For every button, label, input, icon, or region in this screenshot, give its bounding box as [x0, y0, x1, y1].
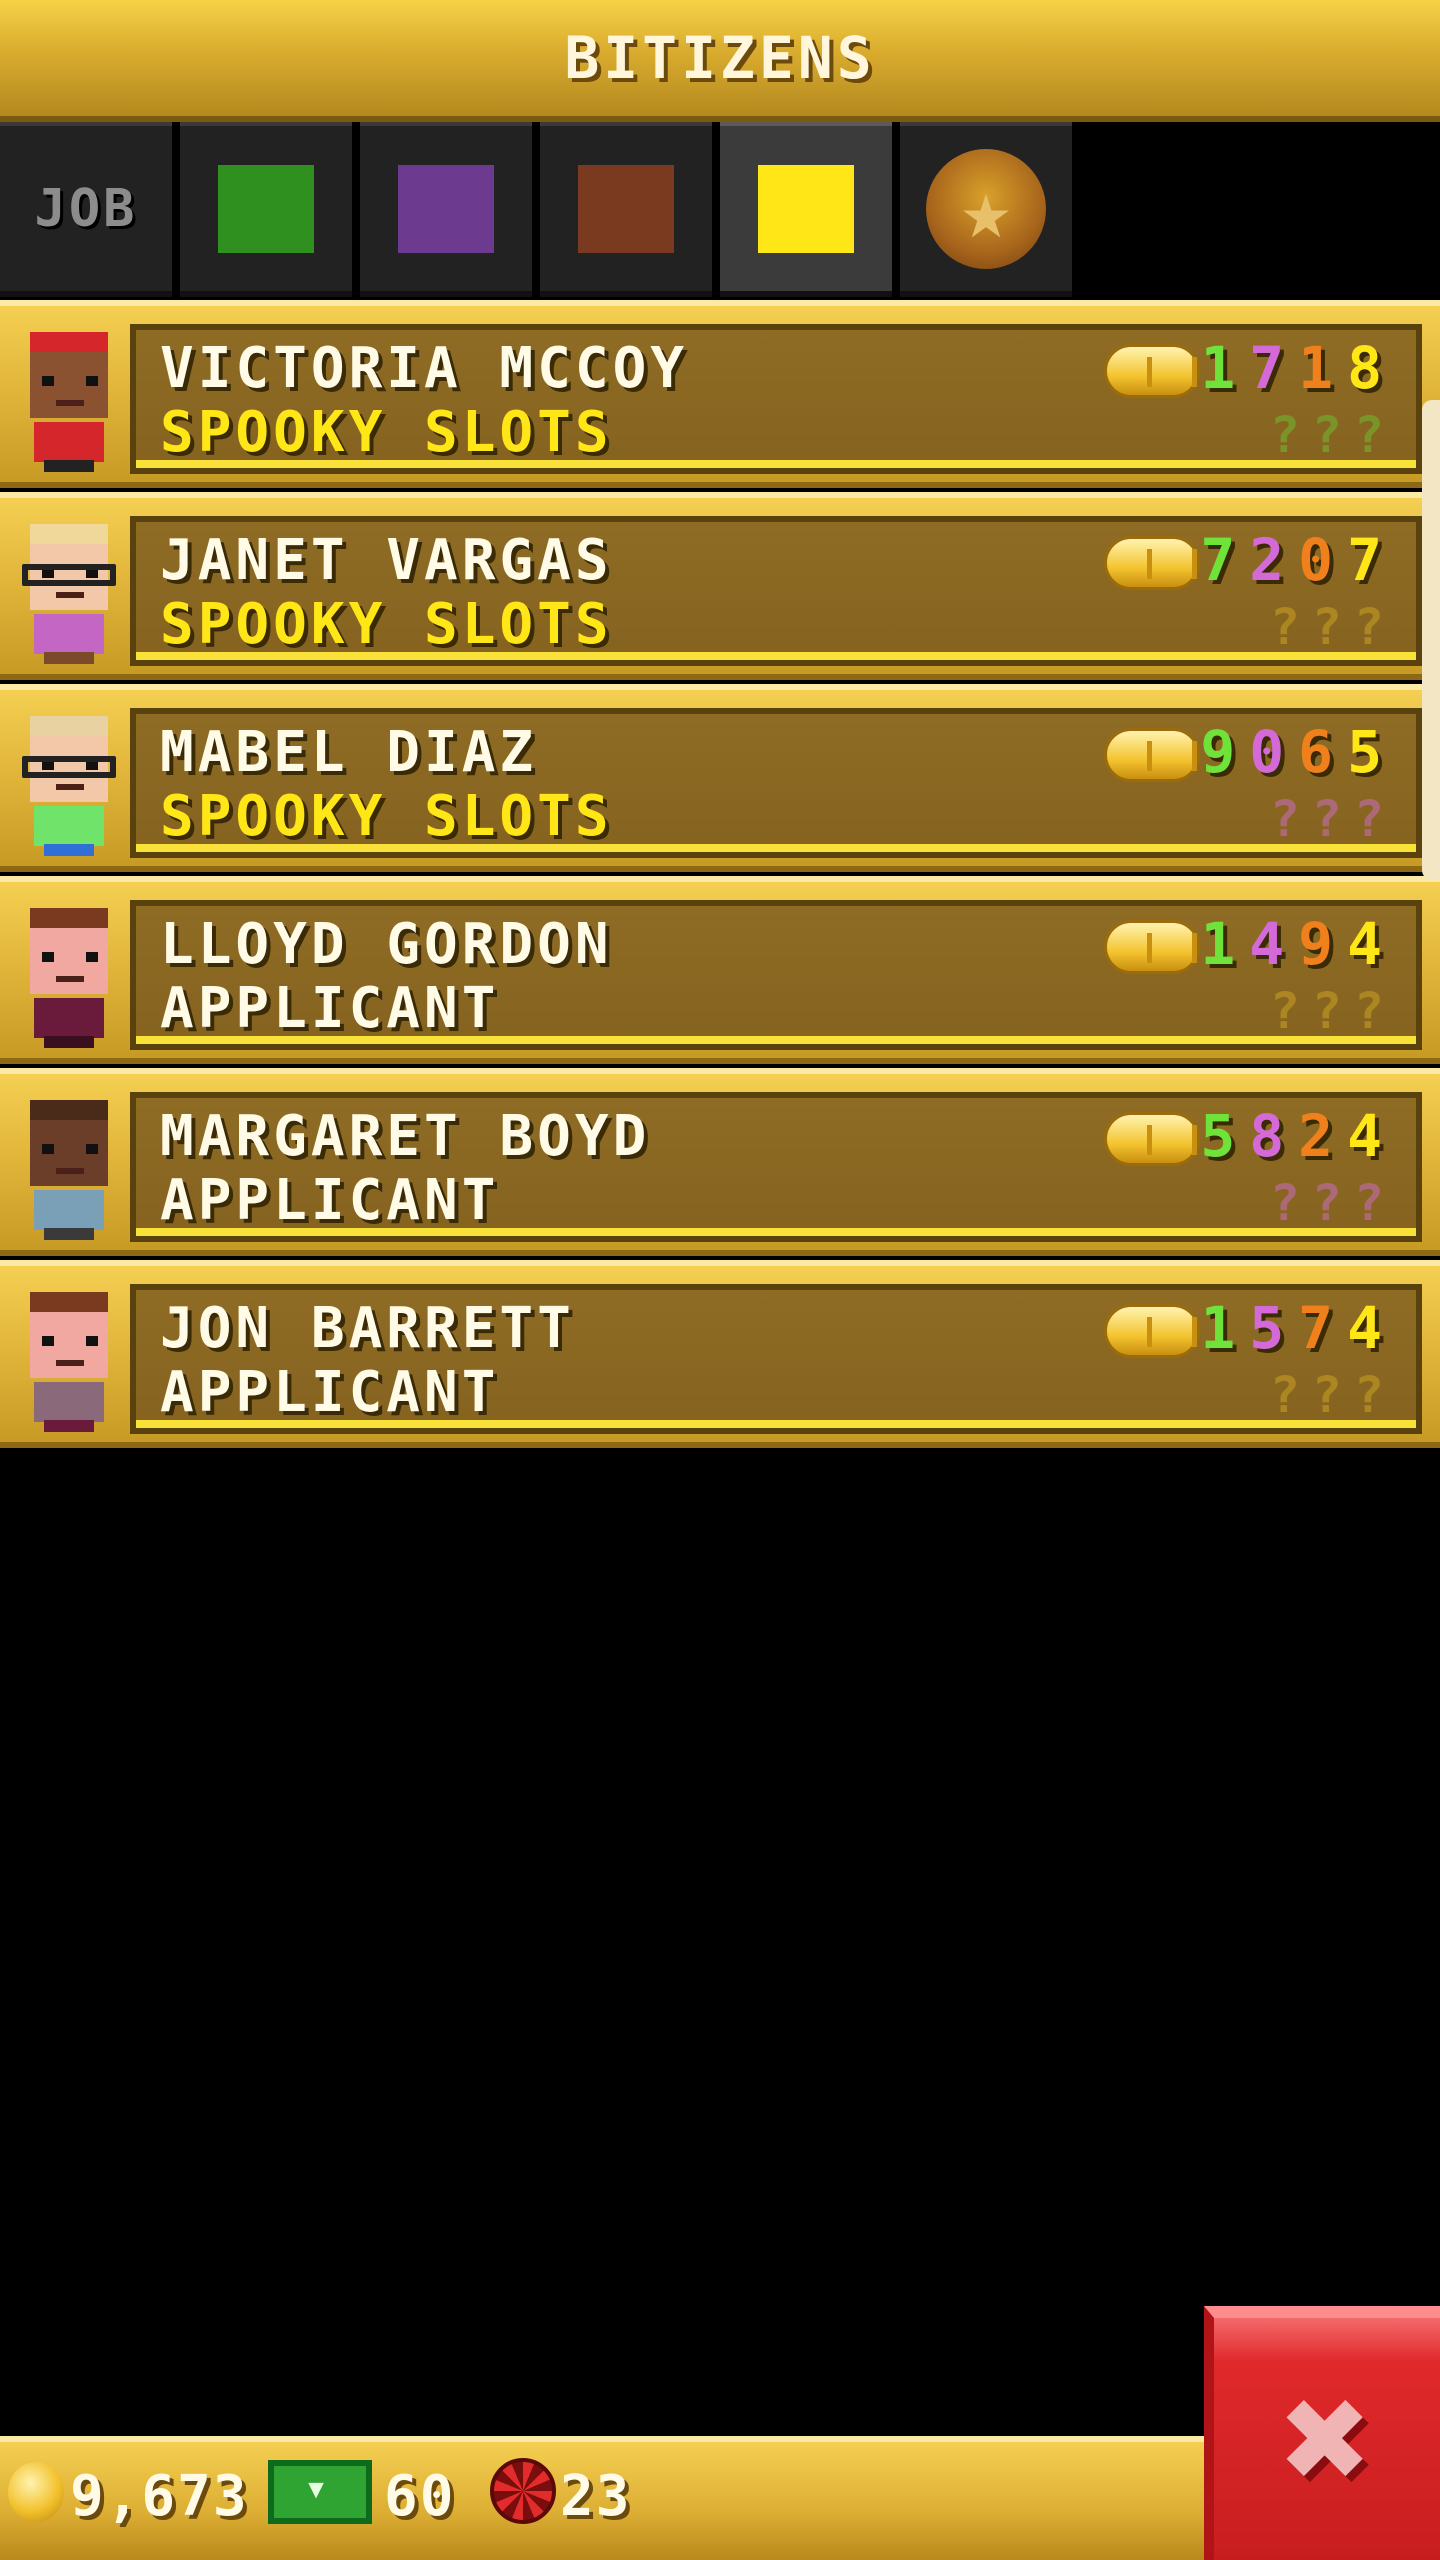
chips-balance: 23: [560, 2464, 632, 2529]
skill-digit: 4: [1249, 910, 1299, 978]
filter-tabs: JOB ★: [0, 122, 1080, 297]
tab-color-3[interactable]: [540, 122, 712, 297]
skill-digit: 0: [1298, 526, 1348, 594]
scroll-handle[interactable]: [1422, 400, 1440, 880]
skill-digit: 9: [1298, 910, 1348, 978]
skill-digit: 1: [1200, 1294, 1250, 1362]
bitizen-name: JANET VARGAS: [160, 528, 613, 593]
skill-digit: 8: [1249, 1102, 1299, 1170]
bitizen-row[interactable]: MARGARET BOYD APPLICANT 5824???: [0, 1068, 1440, 1256]
skill-digit: 0: [1249, 718, 1299, 786]
page-title: BITIZENS: [564, 24, 876, 92]
skill-digit: 5: [1200, 1102, 1250, 1170]
skill-digit: 2: [1249, 526, 1299, 594]
bitizen-card: MARGARET BOYD APPLICANT 5824???: [130, 1092, 1422, 1242]
bux-balance: 60: [384, 2464, 456, 2529]
bitizen-job: APPLICANT: [160, 976, 500, 1041]
top-bar: BITIZENS: [0, 0, 1440, 122]
skill-digit: 4: [1347, 1102, 1396, 1170]
coins-stack-icon: [1104, 536, 1200, 590]
skill-ratings: 1574: [1200, 1294, 1396, 1362]
dream-job-unknown: ???: [1269, 406, 1396, 464]
bitizen-row[interactable]: JANET VARGAS SPOOKY SLOTS 7207???: [0, 492, 1440, 680]
skill-digit: 1: [1298, 334, 1348, 402]
coins-stack-icon: [1104, 728, 1200, 782]
bitizen-name: MARGARET BOYD: [160, 1104, 651, 1169]
bitizen-row[interactable]: JON BARRETT APPLICANT 1574???: [0, 1260, 1440, 1448]
tab-icon-5[interactable]: ★: [900, 122, 1072, 297]
coins-stack-icon: [1104, 920, 1200, 974]
coins-stack-icon: [1104, 344, 1200, 398]
coins-balance: 9,673: [70, 2464, 249, 2529]
skill-digit: 6: [1298, 718, 1348, 786]
bitizen-row[interactable]: VICTORIA MCCOY SPOOKY SLOTS 1718???: [0, 300, 1440, 488]
skill-ratings: 1718: [1200, 334, 1396, 402]
dream-job-unknown: ???: [1269, 1174, 1396, 1232]
bitizen-row[interactable]: MABEL DIAZ SPOOKY SLOTS 9065???: [0, 684, 1440, 872]
avatar: [12, 716, 122, 856]
bux-icon: [268, 2460, 372, 2524]
bitizen-name: JON BARRETT: [160, 1296, 575, 1361]
tab-color-2[interactable]: [360, 122, 532, 297]
bitizen-job: SPOOKY SLOTS: [160, 400, 613, 465]
skill-digit: 7: [1249, 334, 1299, 402]
coin-icon: [8, 2462, 64, 2522]
skill-digit: 1: [1200, 334, 1250, 402]
color-swatch-icon: [578, 164, 674, 253]
color-swatch-icon: [758, 164, 854, 253]
skill-ratings: 1494: [1200, 910, 1396, 978]
avatar: [12, 1100, 122, 1240]
bitizen-job: SPOOKY SLOTS: [160, 592, 613, 657]
avatar: [12, 332, 122, 472]
skill-digit: 7: [1200, 526, 1250, 594]
avatar: [12, 908, 122, 1048]
dream-job-unknown: ???: [1269, 598, 1396, 656]
tab-color-4[interactable]: [720, 122, 892, 297]
close-x-icon: ✖: [1281, 2352, 1373, 2526]
coins-stack-icon: [1104, 1304, 1200, 1358]
coins-stack-icon: [1104, 1112, 1200, 1166]
skill-digit: 4: [1347, 1294, 1396, 1362]
skill-digit: 5: [1347, 718, 1396, 786]
close-button[interactable]: ✖: [1204, 2306, 1440, 2560]
bitizen-name: LLOYD GORDON: [160, 912, 613, 977]
color-swatch-icon: [398, 164, 494, 253]
bitizen-card: JANET VARGAS SPOOKY SLOTS 7207???: [130, 516, 1422, 666]
bitizen-card: LLOYD GORDON APPLICANT 1494???: [130, 900, 1422, 1050]
skill-ratings: 9065: [1200, 718, 1396, 786]
tab-label: JOB: [34, 178, 138, 239]
bitizen-card: MABEL DIAZ SPOOKY SLOTS 9065???: [130, 708, 1422, 858]
bitizen-card: JON BARRETT APPLICANT 1574???: [130, 1284, 1422, 1434]
skill-ratings: 5824: [1200, 1102, 1396, 1170]
bitizen-job: APPLICANT: [160, 1360, 500, 1425]
skill-digit: 4: [1347, 910, 1396, 978]
star-badge-icon: ★: [926, 148, 1046, 269]
casino-chip-icon: [490, 2458, 556, 2524]
dream-job-unknown: ???: [1269, 790, 1396, 848]
skill-digit: 1: [1200, 910, 1250, 978]
skill-digit: 2: [1298, 1102, 1348, 1170]
bitizen-card: VICTORIA MCCOY SPOOKY SLOTS 1718???: [130, 324, 1422, 474]
dream-job-unknown: ???: [1269, 1366, 1396, 1424]
bitizen-row[interactable]: LLOYD GORDON APPLICANT 1494???: [0, 876, 1440, 1064]
tab-job[interactable]: JOB: [0, 122, 172, 297]
skill-ratings: 7207: [1200, 526, 1396, 594]
bitizen-name: MABEL DIAZ: [160, 720, 538, 785]
avatar: [12, 524, 122, 664]
color-swatch-icon: [218, 164, 314, 253]
skill-digit: 5: [1249, 1294, 1299, 1362]
avatar: [12, 1292, 122, 1432]
skill-digit: 9: [1200, 718, 1250, 786]
skill-digit: 8: [1347, 334, 1396, 402]
skill-digit: 7: [1347, 526, 1396, 594]
dream-job-unknown: ???: [1269, 982, 1396, 1040]
skill-digit: 7: [1298, 1294, 1348, 1362]
tab-color-1[interactable]: [180, 122, 352, 297]
bitizen-name: VICTORIA MCCOY: [160, 336, 689, 401]
bitizen-job: APPLICANT: [160, 1168, 500, 1233]
bitizen-job: SPOOKY SLOTS: [160, 784, 613, 849]
bitizen-list: VICTORIA MCCOY SPOOKY SLOTS 1718??? JANET V…: [0, 300, 1440, 1452]
